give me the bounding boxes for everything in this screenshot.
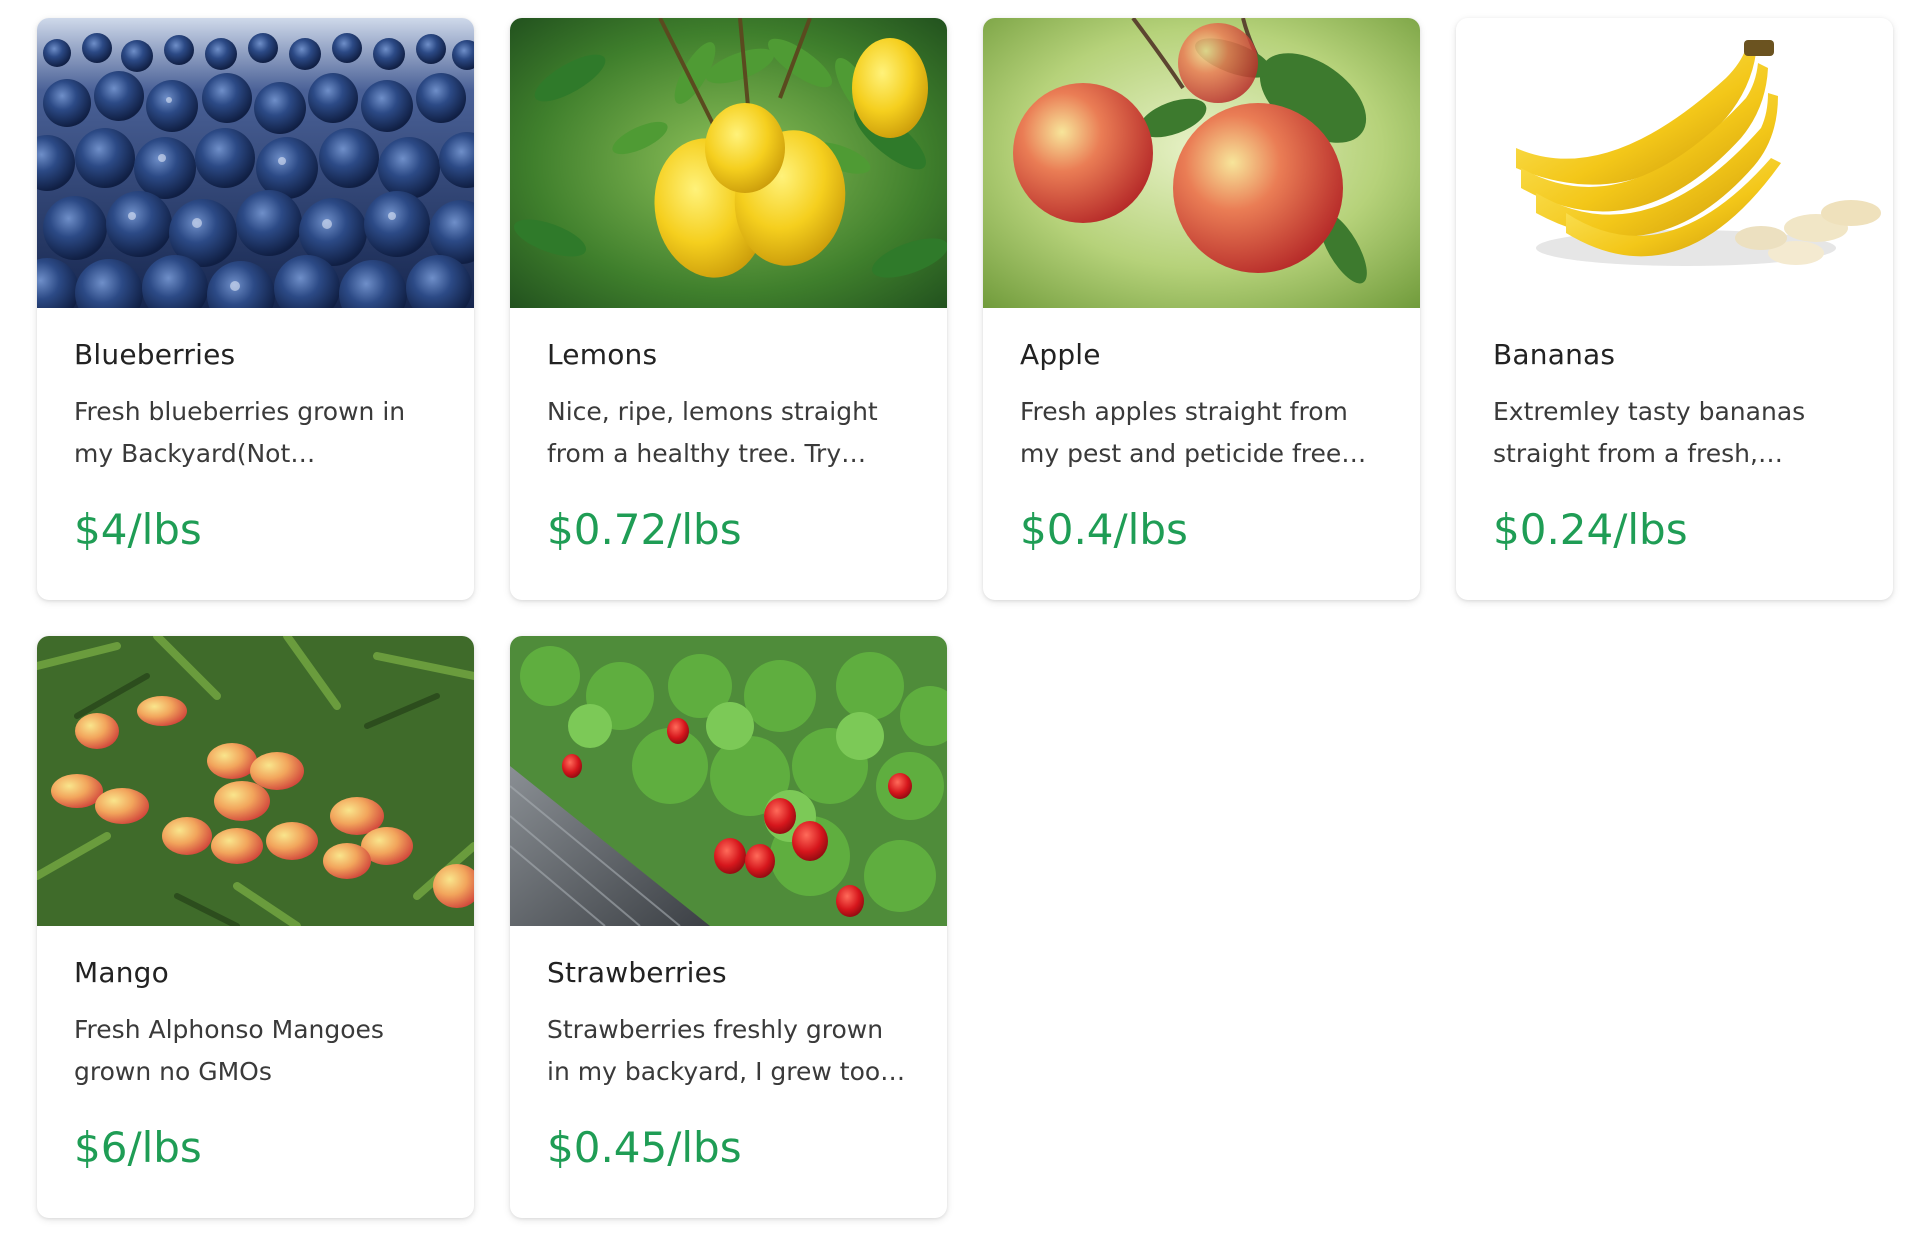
lemons-image[interactable] (510, 18, 947, 308)
product-name: Blueberries (74, 338, 236, 371)
product-card-bananas[interactable]: Bananas Extremley tasty bananas straight… (1456, 18, 1893, 600)
product-name: Lemons (547, 338, 658, 371)
blueberries-image[interactable] (37, 18, 474, 308)
product-grid: Blueberries Fresh blueberries grown in m… (37, 18, 1893, 1218)
product-card-lemons[interactable]: Lemons Nice, ripe, lemons straight from … (510, 18, 947, 600)
product-description: Nice, ripe, lemons straight from a healt… (547, 397, 878, 468)
product-card-mango[interactable]: Mango Fresh Alphonso Mangoes grown no GM… (37, 636, 474, 1218)
product-price: $0.24/lbs (1493, 505, 1688, 554)
apples-image[interactable] (983, 18, 1420, 308)
product-name: Mango (74, 956, 169, 989)
product-price: $0.72/lbs (547, 505, 742, 554)
product-name: Strawberries (547, 956, 727, 989)
bananas-image[interactable] (1456, 18, 1893, 308)
mangoes-image[interactable] (37, 636, 474, 926)
product-card-strawberries[interactable]: Strawberries Strawberries freshly grown … (510, 636, 947, 1218)
product-price: $0.45/lbs (547, 1123, 742, 1172)
product-name: Bananas (1493, 338, 1616, 371)
strawberries-image[interactable] (510, 636, 947, 926)
product-card-blueberries[interactable]: Blueberries Fresh blueberries grown in m… (37, 18, 474, 600)
product-price: $6/lbs (74, 1123, 202, 1172)
product-price: $0.4/lbs (1020, 505, 1188, 554)
product-description: Extremley tasty bananas straight from a … (1493, 397, 1806, 468)
product-description: Fresh Alphonso Mangoes grown no GMOs (74, 1015, 384, 1086)
product-price: $4/lbs (74, 505, 202, 554)
product-description: Fresh blueberries grown in my Backyard(N… (74, 397, 406, 468)
product-card-apple[interactable]: Apple Fresh apples straight from my pest… (983, 18, 1420, 600)
product-name: Apple (1020, 338, 1101, 371)
product-description: Strawberries freshly grown in my backyar… (547, 1015, 884, 1086)
product-description: Fresh apples straight from my pest and p… (1020, 397, 1348, 468)
